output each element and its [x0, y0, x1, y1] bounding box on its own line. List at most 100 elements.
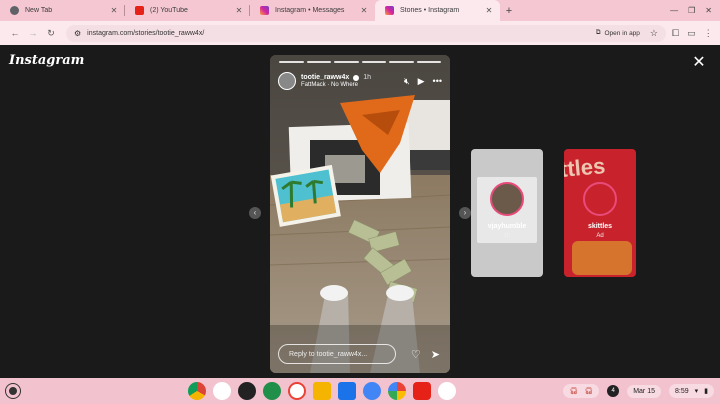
- files-app-icon[interactable]: [338, 382, 356, 400]
- candy-graphic: [572, 241, 632, 275]
- story-header: tootie_raww4x 1h FattMack · No Where 🔇︎ …: [278, 69, 442, 93]
- heart-icon[interactable]: ♡: [411, 348, 421, 361]
- stories-page: Instagram ✕ ‹ › tootie_raww4x 1h FattMac…: [0, 45, 720, 378]
- instagram-icon: [385, 6, 394, 15]
- apps-grid-icon[interactable]: [263, 382, 281, 400]
- pinned-apps: [188, 382, 456, 400]
- back-icon[interactable]: ←: [6, 24, 24, 42]
- new-tab-button[interactable]: +: [500, 0, 518, 21]
- close-icon[interactable]: ✕: [109, 6, 119, 15]
- mute-icon[interactable]: 🔇︎: [404, 76, 410, 87]
- story-controls: 🔇︎ ▶ •••: [404, 76, 442, 87]
- chrome-app-icon[interactable]: [188, 382, 206, 400]
- story-image: [270, 55, 450, 373]
- story-preview-vjayhumble[interactable]: vjayhumble 1h: [471, 149, 543, 277]
- status-tray: 🎧︎ 🎧︎ 4 Mar 15 8:59 ▾ ▮: [563, 382, 714, 400]
- podcast-app-icon[interactable]: [238, 382, 256, 400]
- menu-icon[interactable]: ⋮: [704, 28, 713, 39]
- instagram-icon: [260, 6, 269, 15]
- tab-strip: New Tab ✕ (2) YouTube ✕ Instagram • Mess…: [0, 0, 720, 21]
- youtube-icon: [135, 6, 144, 15]
- bookmark-star-icon[interactable]: ☆: [650, 28, 658, 39]
- tab-stories-instagram[interactable]: Stories • Instagram ✕: [375, 0, 500, 21]
- previous-story-button[interactable]: ‹: [249, 207, 261, 219]
- progress-segment: [279, 61, 304, 63]
- progress-segment: [334, 61, 359, 63]
- media-controls[interactable]: 🎧︎ 🎧︎: [563, 384, 600, 398]
- launcher-icon[interactable]: [6, 384, 20, 398]
- preview-ad-label: Ad: [596, 233, 604, 239]
- tab-title: New Tab: [25, 7, 53, 14]
- forward-icon[interactable]: →: [24, 24, 42, 42]
- tab-youtube[interactable]: (2) YouTube ✕: [125, 0, 250, 21]
- date-label: Mar 15: [633, 387, 655, 395]
- verified-icon: [353, 74, 360, 81]
- minimize-icon[interactable]: —: [670, 6, 678, 15]
- toolbar-actions: ⧠ ▭ ⋮: [672, 28, 713, 39]
- preview-username: skittles: [587, 223, 613, 230]
- preview-username: vjayhumble: [487, 223, 527, 230]
- window-controls: — ❐ ✕: [670, 0, 720, 21]
- close-icon[interactable]: ✕: [359, 6, 369, 15]
- story-time: 1h: [363, 74, 372, 81]
- date-pill[interactable]: Mar 15: [627, 384, 661, 398]
- active-story[interactable]: tootie_raww4x 1h FattMack · No Where 🔇︎ …: [270, 55, 450, 373]
- site-info-icon[interactable]: ⚙: [74, 29, 81, 38]
- chrome-icon: [10, 6, 19, 15]
- instagram-logo[interactable]: Instagram: [9, 53, 84, 68]
- close-icon[interactable]: ✕: [234, 6, 244, 15]
- send-icon[interactable]: ➤: [431, 348, 440, 361]
- headphones-icon: 🎧︎: [584, 388, 594, 395]
- open-in-app-button[interactable]: ⧉ Open in app: [596, 29, 640, 37]
- restore-icon[interactable]: ❐: [688, 6, 695, 15]
- wifi-icon: ▾: [694, 388, 699, 395]
- classroom-app-icon[interactable]: [313, 382, 331, 400]
- slack-app-icon[interactable]: [438, 382, 456, 400]
- progress-segment: [306, 61, 331, 63]
- avatar[interactable]: [278, 72, 296, 90]
- system-status[interactable]: 8:59 ▾ ▮: [669, 384, 714, 398]
- messages-app-icon[interactable]: [363, 382, 381, 400]
- play-icon[interactable]: ▶: [418, 76, 425, 87]
- skittles-artwork: ttles: [564, 153, 607, 182]
- youtube-app-icon[interactable]: [413, 382, 431, 400]
- story-music[interactable]: FattMack · No Where: [301, 82, 404, 88]
- reply-placeholder: Reply to tootie_raww4x...: [289, 350, 368, 358]
- open-in-app-label: Open in app: [604, 29, 640, 37]
- tab-title: Instagram • Messages: [275, 7, 345, 14]
- avatar: [583, 182, 617, 216]
- reload-icon[interactable]: ↻: [42, 24, 60, 42]
- clock-label: 8:59: [675, 387, 689, 395]
- progress-segment: [361, 61, 386, 63]
- battery-icon: ▮: [704, 388, 708, 395]
- side-panel-icon[interactable]: ▭: [687, 28, 696, 39]
- headphones-icon: 🎧︎: [569, 388, 579, 395]
- story-preview-skittles[interactable]: ttles skittles Ad: [564, 149, 636, 277]
- reply-input[interactable]: Reply to tootie_raww4x...: [278, 344, 396, 364]
- tab-new-tab[interactable]: New Tab ✕: [0, 0, 125, 21]
- next-story-button[interactable]: ›: [459, 207, 471, 219]
- gmail-app-icon[interactable]: [288, 382, 306, 400]
- photos-app-icon[interactable]: [388, 382, 406, 400]
- progress-segment: [389, 61, 414, 63]
- open-app-icon: ⧉: [595, 29, 601, 36]
- more-options-icon[interactable]: •••: [433, 76, 442, 87]
- tab-instagram-messages[interactable]: Instagram • Messages ✕: [250, 0, 375, 21]
- close-window-icon[interactable]: ✕: [705, 6, 712, 15]
- tab-title: (2) YouTube: [150, 7, 188, 14]
- browser-toolbar: ← → ↻ ⚙ instagram.com/stories/tootie_raw…: [0, 21, 720, 45]
- tab-title: Stories • Instagram: [400, 7, 460, 14]
- assistant-app-icon[interactable]: [213, 382, 231, 400]
- preview-time: 1h: [503, 233, 511, 239]
- extensions-icon[interactable]: ⧠: [672, 28, 679, 39]
- story-meta: tootie_raww4x 1h FattMack · No Where: [301, 74, 404, 88]
- notification-badge[interactable]: 4: [607, 385, 620, 397]
- close-icon[interactable]: ✕: [484, 6, 494, 15]
- story-progress: [279, 61, 441, 63]
- progress-segment: [416, 61, 441, 63]
- story-user-row: tootie_raww4x 1h: [301, 74, 404, 81]
- story-username[interactable]: tootie_raww4x: [301, 74, 349, 81]
- address-bar[interactable]: ⚙ instagram.com/stories/tootie_raww4x/ ⧉…: [66, 24, 666, 42]
- avatar: [490, 182, 524, 216]
- close-stories-icon[interactable]: ✕: [690, 54, 708, 72]
